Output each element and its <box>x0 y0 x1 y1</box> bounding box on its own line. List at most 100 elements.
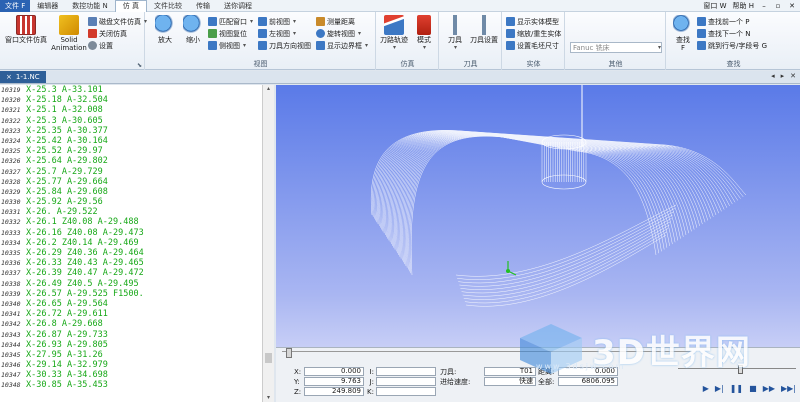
scroll-down-icon[interactable]: ▾ <box>263 394 274 402</box>
code-editor[interactable]: 10319 X-25.3 A-33.101 10320 X-25.18 A-32.50… <box>0 85 274 402</box>
mode-button[interactable]: 模式 ▾ <box>411 15 437 52</box>
stop-icon[interactable]: ■ <box>749 384 757 393</box>
code-line[interactable]: 10319 X-25.3 A-33.101 <box>0 85 274 95</box>
find-next-button[interactable]: 查找下一个 N <box>697 28 750 39</box>
code-line[interactable]: 10321 X-25.1 A-32.008 <box>0 105 274 115</box>
code-line[interactable]: 10348 X-30.85 A-35.453 <box>0 380 274 390</box>
play-icon[interactable]: ▶ <box>703 384 709 393</box>
code-line[interactable]: 10333 X-26.16 Z40.08 A-29.473 <box>0 228 274 238</box>
view-group-label: 视图 <box>253 60 268 68</box>
tab-close-icon[interactable]: ✕ <box>790 72 796 80</box>
restore-icon[interactable]: ▫ <box>774 2 782 10</box>
close-sim-button[interactable]: 关闭仿真 <box>88 28 127 39</box>
code-text: X-26.87 A-29.733 <box>26 329 108 340</box>
code-line[interactable]: 10327 X-25.7 A-29.729 <box>0 167 274 177</box>
tool-direction-view-button[interactable]: 刀具方向视图 <box>258 40 311 51</box>
progress-slider-knob[interactable] <box>286 348 292 358</box>
zoom-in-button[interactable]: 放大 <box>152 15 178 44</box>
step-icon[interactable]: ▶| <box>715 384 724 393</box>
code-line[interactable]: 10323 X-25.35 A-30.377 <box>0 126 274 136</box>
settings-button[interactable]: 设置 <box>88 40 113 51</box>
find-prev-button[interactable]: 查找前一个 P <box>697 16 749 27</box>
scroll-thumb[interactable] <box>265 353 272 363</box>
tool-button[interactable]: 刀具 ▾ <box>442 15 468 52</box>
toolpath-contour <box>409 135 659 274</box>
scroll-up-icon[interactable]: ▴ <box>263 85 274 93</box>
view-reset-button[interactable]: 视图复位 <box>208 28 247 39</box>
show-bounds-button[interactable]: 显示边界框 ▾ <box>316 40 368 51</box>
left-view-button[interactable]: 左视图 ▾ <box>258 28 296 39</box>
code-line[interactable]: 10336 X-26.33 Z40.43 A-29.465 <box>0 258 274 268</box>
tab-editor[interactable]: 编辑器 <box>30 0 65 12</box>
line-number: 10327 <box>1 167 21 176</box>
code-text: X-25.42 A-30.164 <box>26 135 108 146</box>
tab-file-compare[interactable]: 文件比较 <box>147 0 189 12</box>
front-view-button[interactable]: 前视图 ▾ <box>258 16 296 27</box>
code-line[interactable]: 10324 X-25.42 A-30.164 <box>0 136 274 146</box>
code-line[interactable]: 10346 X-29.14 A-32.979 <box>0 360 274 370</box>
code-line[interactable]: 10329 X-25.84 A-29.608 <box>0 187 274 197</box>
find-button[interactable]: 查找 F <box>671 15 695 52</box>
code-line[interactable]: 10328 X-25.77 A-29.664 <box>0 177 274 187</box>
tab-nc-functions[interactable]: 数控功能 N <box>65 0 114 12</box>
editor-scrollbar[interactable]: ▴ ▾ <box>262 85 274 402</box>
tab-transfer[interactable]: 传输 <box>189 0 217 12</box>
code-text: X-26.65 A-29.564 <box>26 298 108 309</box>
code-line[interactable]: 10322 X-25.3 A-30.605 <box>0 116 274 126</box>
code-line[interactable]: 10347 X-30.33 A-34.698 <box>0 370 274 380</box>
code-line[interactable]: 10332 X-26.1 Z40.08 A-29.488 <box>0 217 274 227</box>
tab-extra[interactable]: 送你调程 <box>217 0 259 12</box>
code-line[interactable]: 10344 X-26.93 A-29.805 <box>0 340 274 350</box>
code-line[interactable]: 10342 X-26.8 A-29.668 <box>0 319 274 329</box>
simulation-viewport[interactable] <box>276 85 800 347</box>
x-row: X: 0.000 I: <box>294 367 436 376</box>
solid-animation-button[interactable]: Solid Animation <box>51 15 87 52</box>
tool-settings-button[interactable]: 刀具设置 <box>468 15 500 44</box>
code-line[interactable]: 10326 X-25.64 A-29.802 <box>0 156 274 166</box>
code-line[interactable]: 10331 X-26. A-29.522 <box>0 207 274 217</box>
measure-distance-button[interactable]: 测量距离 <box>316 16 355 27</box>
solid-group-label: 实体 <box>526 60 541 68</box>
fit-window-button[interactable]: 匹配窗口 ▾ <box>208 16 253 27</box>
code-line[interactable]: 10334 X-26.2 Z40.14 A-29.469 <box>0 238 274 248</box>
code-line[interactable]: 10341 X-26.72 A-29.611 <box>0 309 274 319</box>
fast-forward-icon[interactable]: ▶▶ <box>763 384 775 393</box>
window-menu[interactable]: 窗口 W <box>703 1 726 11</box>
document-tab-close[interactable]: × <box>6 73 12 81</box>
code-line[interactable]: 10337 X-26.39 Z40.47 A-29.472 <box>0 268 274 278</box>
group-expand-icon[interactable]: ⬊ <box>137 62 142 69</box>
code-line[interactable]: 10345 X-27.95 A-31.26 <box>0 350 274 360</box>
window-file-sim-button[interactable]: 窗口文件仿真 <box>4 15 48 44</box>
file-menu-tab[interactable]: 文件 F <box>0 0 31 12</box>
code-line[interactable]: 10338 X-26.49 Z40.5 A-29.495 <box>0 279 274 289</box>
code-line[interactable]: 10335 X-26.29 Z40.36 A-29.464 <box>0 248 274 258</box>
chevron-down-icon: ▾ <box>657 44 661 51</box>
code-line[interactable]: 10325 X-25.52 A-29.97 <box>0 146 274 156</box>
help-menu[interactable]: 帮助 H <box>733 1 755 11</box>
document-tab[interactable]: × 1-1.NC <box>0 71 46 83</box>
disk-file-sim-button[interactable]: 磁盘文件仿真 ▾ <box>88 16 147 27</box>
show-solid-button[interactable]: 显示实体模型 <box>506 16 559 27</box>
tool-path-button[interactable]: 刀路轨迹 ▾ <box>379 15 409 52</box>
machine-select[interactable]: Fanuc 铣床 ▾ <box>570 42 662 53</box>
tab-simulation[interactable]: 仿 真 <box>114 0 147 12</box>
regen-solid-button[interactable]: 缩放/重生实体 <box>506 28 561 39</box>
code-text: X-26.33 Z40.43 A-29.465 <box>26 258 144 269</box>
tab-scroll-left-icon[interactable]: ◂ <box>771 72 775 80</box>
blank-size-button[interactable]: 设置毛坯尺寸 <box>506 40 559 51</box>
tab-scroll-right-icon[interactable]: ▸ <box>781 72 785 80</box>
code-line[interactable]: 10343 X-26.87 A-29.733 <box>0 330 274 340</box>
minimize-icon[interactable]: – <box>760 2 768 10</box>
close-icon[interactable]: ✕ <box>788 2 796 10</box>
x-value: 0.000 <box>304 367 364 376</box>
end-icon[interactable]: ▶▶| <box>781 384 796 393</box>
goto-line-button[interactable]: 跳到行号/字段号 G <box>697 40 767 51</box>
code-line[interactable]: 10320 X-25.18 A-32.504 <box>0 95 274 105</box>
code-line[interactable]: 10340 X-26.65 A-29.564 <box>0 299 274 309</box>
zoom-out-button[interactable]: 缩小 <box>180 15 206 44</box>
code-line[interactable]: 10330 X-25.92 A-29.56 <box>0 197 274 207</box>
pause-icon[interactable]: ❚❚ <box>730 384 743 393</box>
side-view-button[interactable]: 侧视图 ▾ <box>208 40 246 51</box>
rotate-view-button[interactable]: 旋转视图 ▾ <box>316 28 361 39</box>
code-line[interactable]: 10339 X-26.57 A-29.525 F1500. <box>0 289 274 299</box>
